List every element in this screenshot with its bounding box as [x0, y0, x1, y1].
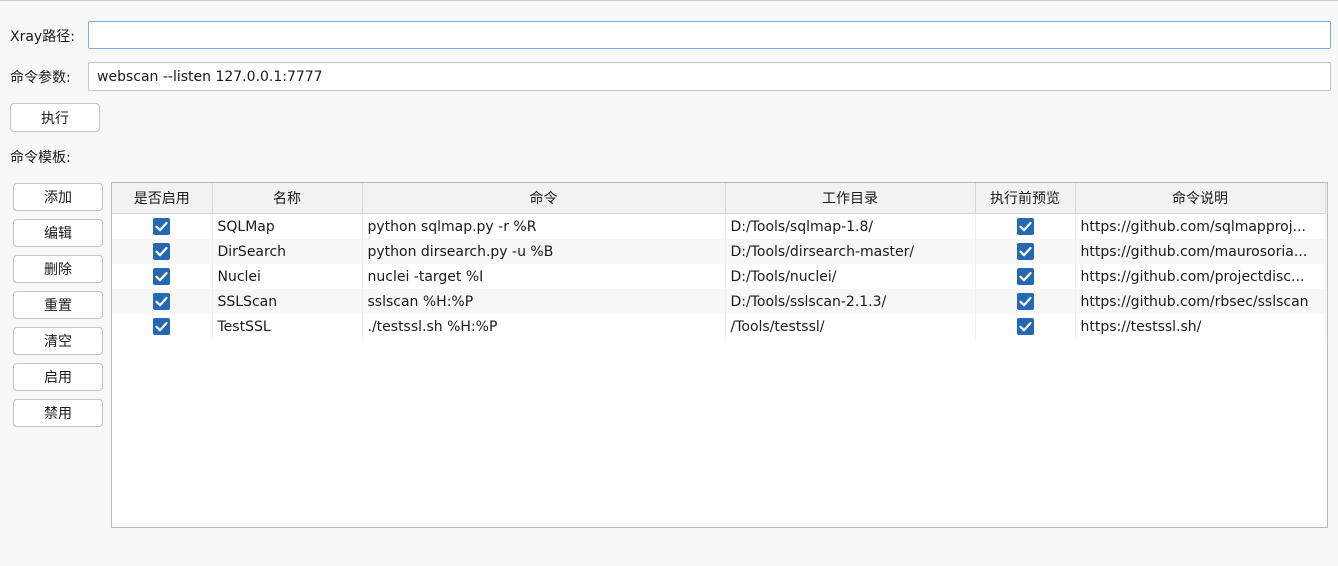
name-cell: Nuclei: [212, 264, 363, 289]
description-cell: https://github.com/sqlmapproj...: [1075, 213, 1326, 239]
delete-button[interactable]: 删除: [13, 255, 103, 283]
name-cell: DirSearch: [212, 239, 363, 264]
enabled-cell[interactable]: [112, 239, 213, 264]
workdir-cell: D:/Tools/dirsearch-master/: [725, 239, 976, 264]
name-cell: SSLScan: [212, 289, 363, 314]
workdir-cell: /Tools/testssl/: [725, 314, 976, 339]
checkmark-icon[interactable]: [153, 218, 171, 235]
preview-cell[interactable]: [975, 239, 1076, 264]
command-cell: python sqlmap.py -r %R: [362, 213, 726, 239]
column-header-workdir[interactable]: 工作目录: [725, 183, 976, 214]
description-cell: https://github.com/maurosoria...: [1075, 239, 1326, 264]
command-cell: python dirsearch.py -u %B: [362, 239, 726, 264]
table-row[interactable]: SSLScan sslscan %H:%P D:/Tools/sslscan-2…: [112, 289, 1326, 314]
preview-cell[interactable]: [975, 289, 1076, 314]
execute-button[interactable]: 执行: [10, 103, 100, 132]
workdir-cell: D:/Tools/nuclei/: [725, 264, 976, 289]
column-header-description[interactable]: 命令说明: [1075, 183, 1326, 214]
checkmark-icon[interactable]: [153, 268, 171, 285]
table-row[interactable]: SQLMap python sqlmap.py -r %R D:/Tools/s…: [112, 213, 1326, 239]
table-header-row: 是否启用 名称 命令 工作目录 执行前预览 命令说明: [112, 183, 1326, 214]
name-cell: TestSSL: [212, 314, 363, 339]
checkmark-icon[interactable]: [1016, 318, 1034, 335]
column-header-name[interactable]: 名称: [212, 183, 363, 214]
enable-button[interactable]: 启用: [13, 363, 103, 391]
xray-path-label: Xray路径:: [10, 29, 75, 45]
command-cell: ./testssl.sh %H:%P: [362, 314, 726, 339]
checkmark-icon[interactable]: [1016, 293, 1034, 310]
checkmark-icon[interactable]: [1016, 268, 1034, 285]
clear-button[interactable]: 清空: [13, 327, 103, 355]
edit-button[interactable]: 编辑: [13, 219, 103, 247]
checkmark-icon[interactable]: [1016, 243, 1034, 260]
cmd-args-input[interactable]: [88, 62, 1331, 91]
checkmark-icon[interactable]: [153, 243, 171, 260]
description-cell: https://testssl.sh/: [1075, 314, 1326, 339]
workdir-cell: D:/Tools/sqlmap-1.8/: [725, 213, 976, 239]
xray-path-input[interactable]: [88, 21, 1331, 49]
table-row[interactable]: TestSSL ./testssl.sh %H:%P /Tools/testss…: [112, 314, 1326, 339]
name-cell: SQLMap: [212, 213, 363, 239]
description-cell: https://github.com/projectdisc...: [1075, 264, 1326, 289]
preview-cell[interactable]: [975, 314, 1076, 339]
preview-cell[interactable]: [975, 264, 1076, 289]
preview-cell[interactable]: [975, 213, 1076, 239]
enabled-cell[interactable]: [112, 289, 213, 314]
column-header-command[interactable]: 命令: [362, 183, 726, 214]
add-button[interactable]: 添加: [13, 183, 103, 211]
column-header-preview[interactable]: 执行前预览: [975, 183, 1076, 214]
enabled-cell[interactable]: [112, 213, 213, 239]
cmd-args-label: 命令参数:: [10, 70, 71, 86]
disable-button[interactable]: 禁用: [13, 399, 103, 427]
enabled-cell[interactable]: [112, 314, 213, 339]
top-divider: [0, 0, 1338, 1]
workdir-cell: D:/Tools/sslscan-2.1.3/: [725, 289, 976, 314]
column-header-enabled[interactable]: 是否启用: [112, 183, 213, 214]
table-row[interactable]: DirSearch python dirsearch.py -u %B D:/T…: [112, 239, 1326, 264]
checkmark-icon[interactable]: [153, 293, 171, 310]
templates-label: 命令模板:: [10, 150, 71, 166]
templates-table[interactable]: 是否启用 名称 命令 工作目录 执行前预览 命令说明 SQLMap python…: [111, 182, 1328, 528]
enabled-cell[interactable]: [112, 264, 213, 289]
reset-button[interactable]: 重置: [13, 291, 103, 319]
description-cell: https://github.com/rbsec/sslscan: [1075, 289, 1326, 314]
command-cell: sslscan %H:%P: [362, 289, 726, 314]
table-row[interactable]: Nuclei nuclei -target %I D:/Tools/nuclei…: [112, 264, 1326, 289]
checkmark-icon[interactable]: [1016, 218, 1034, 235]
command-cell: nuclei -target %I: [362, 264, 726, 289]
checkmark-icon[interactable]: [153, 318, 171, 335]
